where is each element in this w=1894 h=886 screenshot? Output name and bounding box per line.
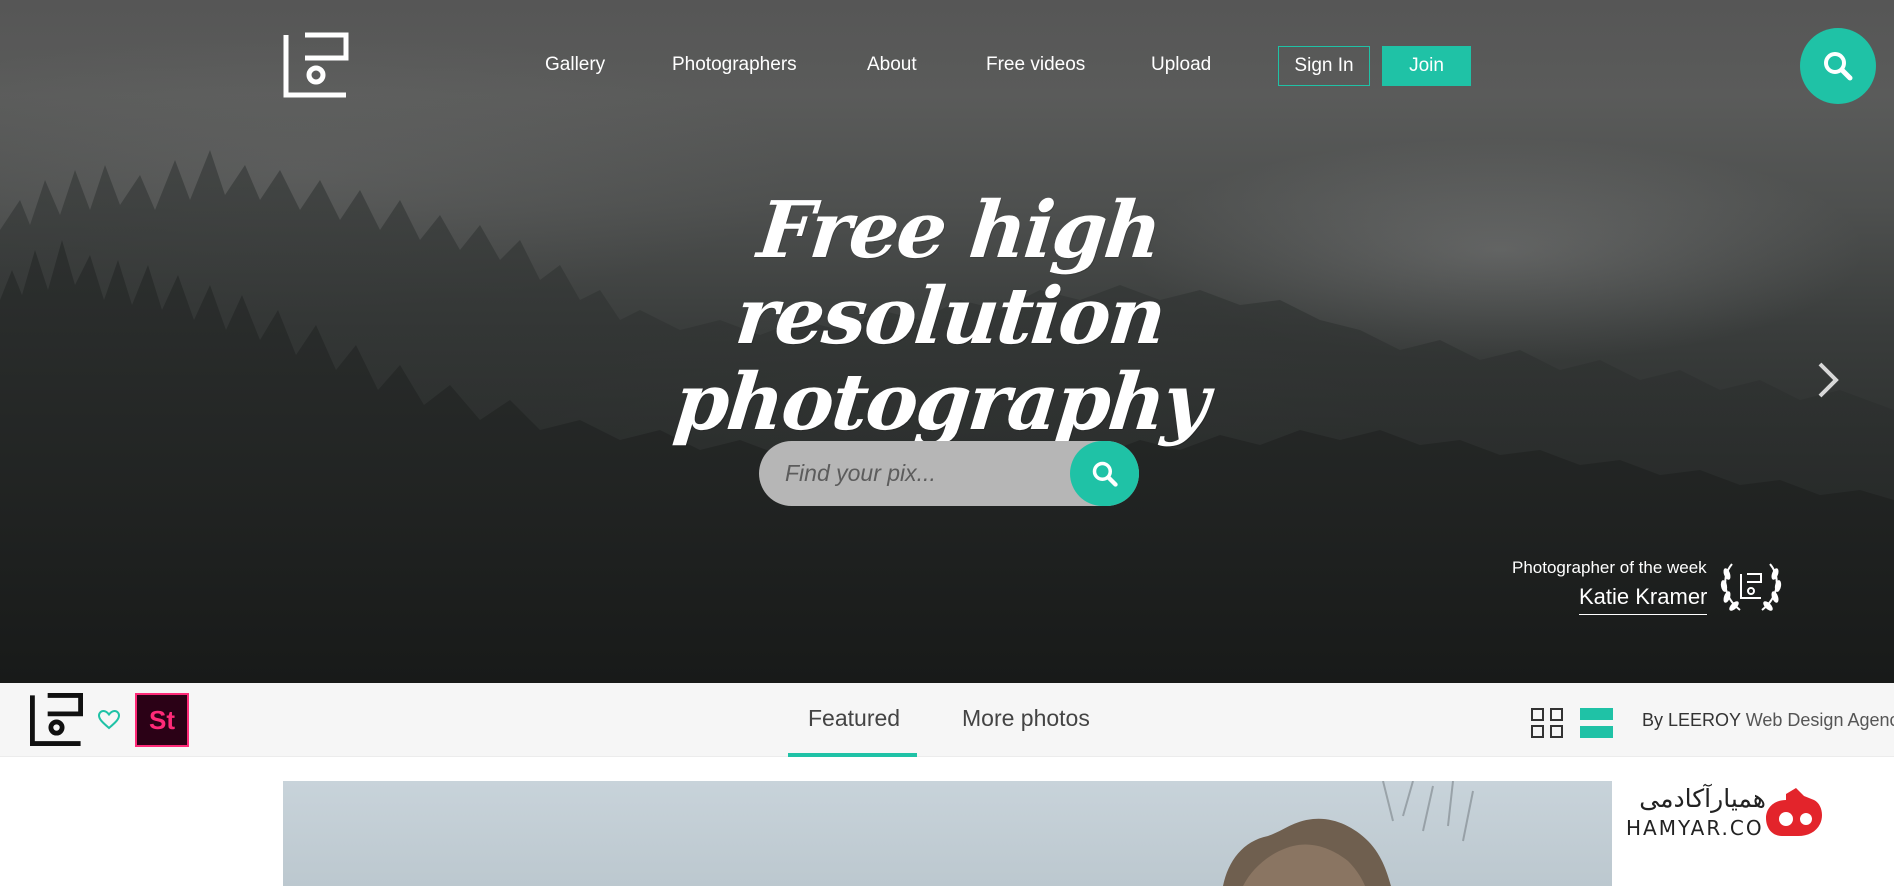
heart-icon[interactable] (98, 710, 120, 730)
hero-search-button[interactable] (1070, 441, 1139, 506)
search-icon (1092, 461, 1118, 487)
sign-in-button[interactable]: Sign In (1278, 46, 1370, 86)
photographer-of-week-label: Photographer of the week (1512, 558, 1707, 577)
nav-photographers[interactable]: Photographers (672, 54, 797, 76)
tab-featured[interactable]: Featured (808, 705, 900, 732)
list-view-icon[interactable] (1580, 707, 1613, 739)
hero-search-input[interactable] (785, 441, 1055, 506)
byline: By LEEROY Web Design Agency (1642, 710, 1894, 731)
featured-photo-image (1223, 781, 1474, 886)
next-slide-chevron-icon[interactable] (1816, 360, 1840, 400)
byline-prefix: By LEEROY (1642, 710, 1741, 730)
nav-upload[interactable]: Upload (1151, 54, 1211, 76)
join-button[interactable]: Join (1382, 46, 1471, 86)
adobe-stock-badge[interactable]: St (135, 693, 189, 747)
search-icon (1824, 52, 1853, 81)
photographer-of-week-name[interactable]: Katie Kramer (1579, 584, 1708, 615)
header-search-button[interactable] (1800, 28, 1876, 104)
hero-section: Gallery Photographers About Free videos … (0, 0, 1894, 683)
headline-line-2: photography (670, 357, 1212, 448)
watermark-latin-text: HAMYAR.CO (1626, 816, 1764, 840)
hero-search-bar (759, 441, 1139, 506)
tab-more-photos[interactable]: More photos (962, 705, 1090, 732)
grid-view-icon[interactable] (1530, 707, 1564, 739)
hamyar-watermark: همیارآکادمی HAMYAR.CO (1620, 782, 1830, 844)
active-tab-indicator (788, 753, 917, 757)
toolbar-strip: St Featured More photos By LEEROY Web De… (0, 683, 1894, 757)
nav-about[interactable]: About (867, 54, 917, 76)
laurel-badge-icon (1720, 563, 1782, 611)
hero-headline: Free high resolution photography (546, 185, 1353, 448)
watermark-persian-text: همیارآکادمی (1639, 784, 1766, 813)
strip-logo[interactable] (30, 693, 83, 746)
featured-photo[interactable] (283, 781, 1612, 886)
hamyar-logo-icon (1766, 788, 1822, 836)
byline-agency-link[interactable]: Web Design Agency (1746, 710, 1894, 730)
site-logo[interactable] (283, 32, 349, 98)
nav-free-videos[interactable]: Free videos (986, 54, 1085, 76)
headline-line-1: Free high resolution (731, 185, 1169, 362)
nav-gallery[interactable]: Gallery (545, 54, 605, 76)
